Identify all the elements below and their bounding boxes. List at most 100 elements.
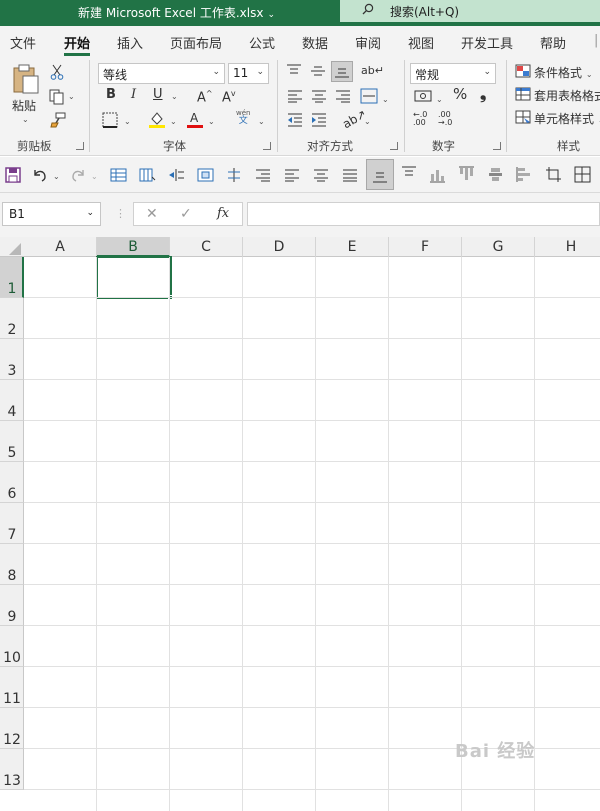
qat-align-right-icon[interactable] bbox=[255, 168, 271, 182]
accounting-dropdown-icon[interactable]: ⌄ bbox=[436, 92, 443, 108]
number-launcher-icon[interactable] bbox=[493, 142, 501, 150]
row-header-4[interactable]: 4 bbox=[0, 380, 24, 421]
tab-page-layout[interactable]: 页面布局 bbox=[170, 33, 222, 52]
row-header-2[interactable]: 2 bbox=[0, 298, 24, 339]
cell-styles-icon[interactable] bbox=[515, 110, 531, 124]
tab-formulas[interactable]: 公式 bbox=[249, 33, 275, 52]
table-grid-icon[interactable] bbox=[574, 166, 591, 183]
accounting-format-icon[interactable] bbox=[414, 89, 432, 103]
font-color-icon[interactable]: A bbox=[186, 110, 204, 129]
tab-insert[interactable]: 插入 bbox=[117, 33, 143, 52]
chart-left-icon[interactable] bbox=[516, 166, 533, 183]
row-header-6[interactable]: 6 bbox=[0, 462, 24, 503]
copy-icon[interactable] bbox=[49, 89, 65, 105]
distribute-icon[interactable] bbox=[226, 167, 243, 183]
row-header-1[interactable]: 1 bbox=[0, 257, 24, 298]
decrease-font-icon[interactable]: Av bbox=[222, 86, 236, 106]
row-header-11[interactable]: 11 bbox=[0, 667, 24, 708]
font-launcher-icon[interactable] bbox=[263, 142, 271, 150]
indent-cell-icon[interactable] bbox=[168, 167, 185, 183]
tab-review[interactable]: 审阅 bbox=[355, 33, 381, 52]
font-color-dropdown-icon[interactable]: ⌄ bbox=[208, 114, 215, 130]
column-header-a[interactable]: A bbox=[24, 237, 97, 257]
paste-button[interactable]: 粘贴 bbox=[12, 97, 36, 114]
align-middle-icon[interactable] bbox=[310, 64, 326, 78]
qat-justify-icon[interactable] bbox=[342, 168, 358, 182]
align-right-icon[interactable] bbox=[335, 89, 351, 103]
cell-styles-button[interactable]: 单元格样式 ⌄ bbox=[534, 110, 600, 127]
window-title[interactable]: 新建 Microsoft Excel 工作表.xlsx ⌄ bbox=[78, 4, 275, 21]
redo-dropdown-icon[interactable]: ⌄ bbox=[91, 169, 98, 185]
tab-developer[interactable]: 开发工具 bbox=[461, 33, 513, 52]
search-box[interactable]: 搜索(Alt+Q) bbox=[340, 0, 600, 22]
column-header-f[interactable]: F bbox=[389, 237, 462, 257]
qat-align-center-icon[interactable] bbox=[313, 168, 329, 182]
phonetic-icon[interactable]: wén 文 bbox=[236, 109, 250, 126]
insert-row-icon[interactable] bbox=[110, 167, 127, 183]
chart-top-icon[interactable] bbox=[458, 166, 475, 183]
merge-dropdown-icon[interactable]: ⌄ bbox=[382, 92, 389, 108]
column-header-h[interactable]: H bbox=[535, 237, 600, 257]
redo-icon[interactable] bbox=[70, 167, 86, 183]
column-header-d[interactable]: D bbox=[243, 237, 316, 257]
font-name-combo[interactable]: 等线 ⌄ bbox=[98, 63, 225, 84]
phonetic-dropdown-icon[interactable]: ⌄ bbox=[258, 114, 265, 130]
underline-dropdown-icon[interactable]: ⌄ bbox=[171, 89, 178, 105]
cut-icon[interactable] bbox=[50, 64, 64, 80]
italic-button[interactable]: I bbox=[131, 87, 136, 103]
row-header-3[interactable]: 3 bbox=[0, 339, 24, 380]
increase-font-icon[interactable]: A^ bbox=[197, 86, 213, 106]
percent-button[interactable]: % bbox=[453, 86, 467, 102]
format-as-table-icon[interactable] bbox=[515, 87, 531, 101]
align-bottom-button[interactable] bbox=[331, 61, 353, 82]
increase-decimal-button[interactable]: ←.0 .00 bbox=[413, 111, 431, 127]
row-header-12[interactable]: 12 bbox=[0, 708, 24, 749]
undo-dropdown-icon[interactable]: ⌄ bbox=[53, 169, 60, 185]
underline-button[interactable]: U bbox=[153, 87, 163, 103]
tab-view[interactable]: 视图 bbox=[408, 33, 434, 52]
row-header-7[interactable]: 7 bbox=[0, 503, 24, 544]
font-size-combo[interactable]: 11 ⌄ bbox=[228, 63, 269, 84]
undo-icon[interactable] bbox=[32, 167, 48, 183]
row-header-9[interactable]: 9 bbox=[0, 585, 24, 626]
row-header-5[interactable]: 5 bbox=[0, 421, 24, 462]
cancel-entry-icon[interactable]: ✕ bbox=[146, 206, 158, 222]
cell-grid-icon[interactable] bbox=[197, 167, 214, 183]
qat-align-bottom-button[interactable] bbox=[366, 159, 394, 190]
formula-input[interactable] bbox=[247, 202, 600, 226]
decrease-decimal-button[interactable]: .00 →.0 bbox=[438, 111, 456, 127]
format-painter-icon[interactable] bbox=[50, 112, 66, 128]
row-header-13[interactable]: 13 bbox=[0, 749, 24, 790]
worksheet-grid[interactable]: ABCDEFGH 1 2 3 4 5 6 7 8 9 10 11 12 13 bbox=[0, 237, 600, 811]
crop-icon[interactable] bbox=[545, 166, 562, 183]
border-dropdown-icon[interactable]: ⌄ bbox=[124, 114, 131, 130]
column-header-c[interactable]: C bbox=[170, 237, 243, 257]
comma-style-button[interactable]: ❟ bbox=[480, 86, 486, 102]
align-left-icon[interactable] bbox=[287, 89, 303, 103]
align-top-icon[interactable] bbox=[286, 64, 302, 78]
conditional-format-button[interactable]: 条件格式 ⌄ bbox=[534, 64, 593, 81]
chart-center-icon[interactable] bbox=[487, 166, 504, 183]
wrap-text-icon[interactable]: ab↵ bbox=[361, 63, 384, 79]
save-icon[interactable] bbox=[5, 167, 21, 183]
row-header-8[interactable]: 8 bbox=[0, 544, 24, 585]
decrease-indent-icon[interactable] bbox=[287, 112, 303, 128]
copy-dropdown-icon[interactable]: ⌄ bbox=[68, 92, 75, 101]
border-icon[interactable] bbox=[102, 112, 118, 128]
clipboard-launcher-icon[interactable] bbox=[76, 142, 84, 150]
fill-color-dropdown-icon[interactable]: ⌄ bbox=[170, 114, 177, 130]
insert-column-icon[interactable] bbox=[139, 167, 156, 183]
row-header-10[interactable]: 10 bbox=[0, 626, 24, 667]
name-box[interactable]: B1 ⌄ bbox=[2, 202, 101, 226]
paste-icon[interactable] bbox=[12, 64, 40, 94]
bold-button[interactable]: B bbox=[106, 87, 116, 103]
select-all-icon[interactable] bbox=[6, 242, 22, 256]
column-header-b[interactable]: B bbox=[97, 237, 170, 257]
number-format-combo[interactable]: 常规 ⌄ bbox=[410, 63, 496, 84]
qat-align-top-icon[interactable] bbox=[401, 166, 417, 180]
align-center-icon[interactable] bbox=[311, 89, 327, 103]
orientation-dropdown-icon[interactable]: ⌄ bbox=[364, 114, 371, 130]
selected-cell-b1[interactable] bbox=[96, 256, 172, 299]
alignment-launcher-icon[interactable] bbox=[390, 142, 398, 150]
increase-indent-icon[interactable] bbox=[311, 112, 327, 128]
